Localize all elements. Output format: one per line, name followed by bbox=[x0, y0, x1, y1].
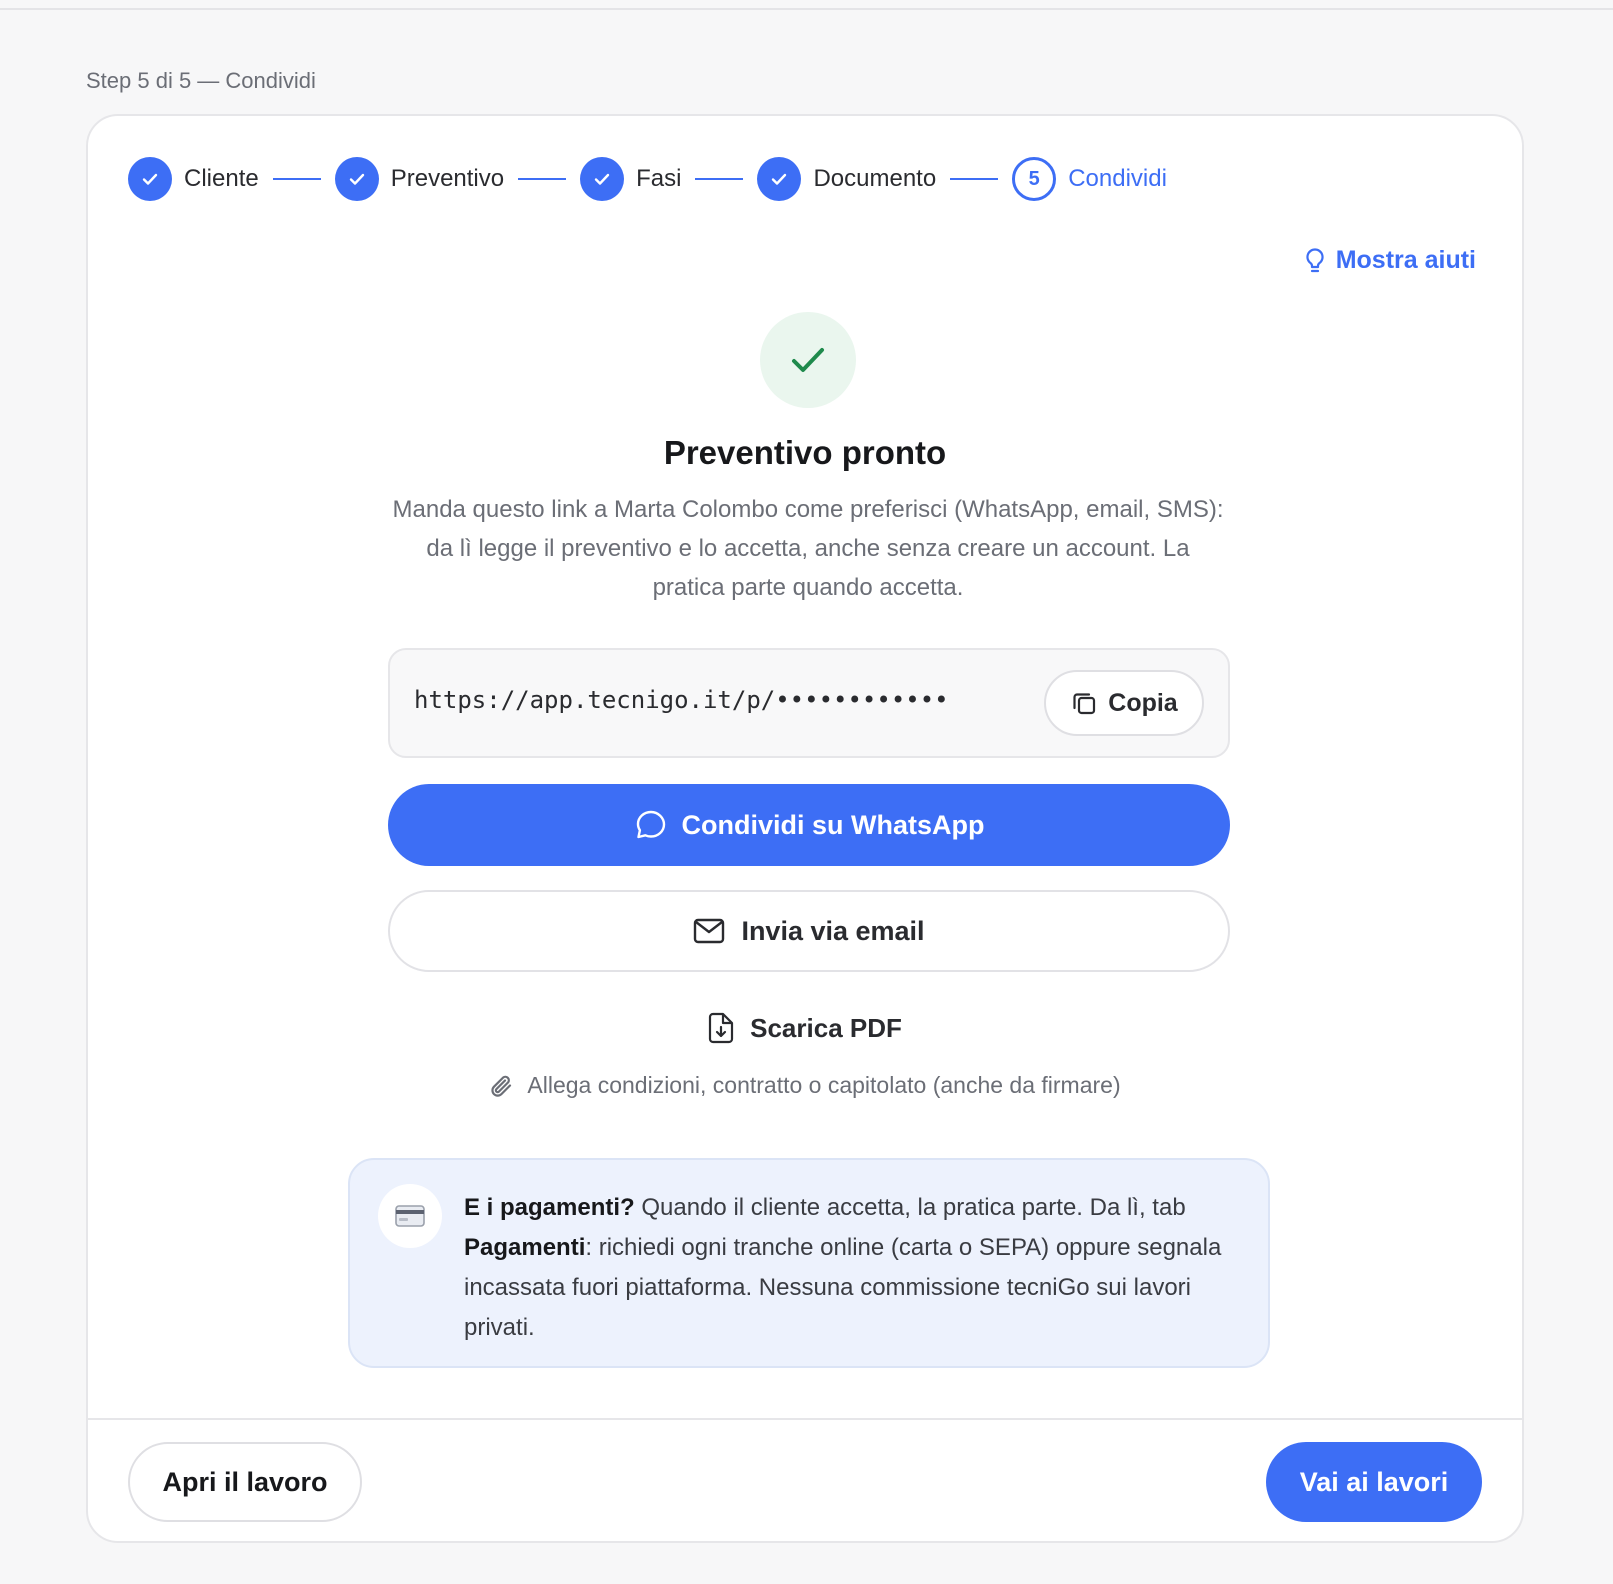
copy-label: Copia bbox=[1108, 688, 1178, 717]
step-label: Condividi bbox=[1068, 165, 1167, 192]
share-whatsapp-label: Condividi su WhatsApp bbox=[681, 809, 985, 840]
file-download-icon bbox=[709, 1012, 734, 1044]
step-check-icon bbox=[128, 157, 172, 201]
show-help-label: Mostra aiuti bbox=[1335, 246, 1476, 274]
payments-info-box: E i pagamenti? Quando il cliente accetta… bbox=[348, 1158, 1270, 1368]
payments-info-text: E i pagamenti? Quando il cliente accetta… bbox=[464, 1188, 1234, 1348]
step-number: 5 bbox=[1012, 157, 1057, 201]
payments-tab-name: Pagamenti bbox=[464, 1234, 586, 1261]
copy-link-button[interactable]: Copia bbox=[1044, 670, 1204, 736]
send-email-label: Invia via email bbox=[741, 915, 925, 946]
attach-documents-link[interactable]: Allega condizioni, contratto o capitolat… bbox=[88, 1072, 1522, 1099]
success-description: Manda questo link a Marta Colombo come p… bbox=[392, 496, 1224, 601]
step-label: Documento bbox=[813, 165, 937, 192]
share-whatsapp-button[interactable]: Condividi su WhatsApp bbox=[388, 784, 1230, 866]
chat-bubble-icon bbox=[636, 810, 665, 839]
step-check-icon bbox=[757, 157, 802, 201]
step-connector bbox=[272, 178, 321, 180]
payments-text-1: Quando il cliente accetta, la pratica pa… bbox=[634, 1194, 1186, 1221]
footer-divider bbox=[88, 1418, 1522, 1420]
step-connector bbox=[695, 178, 744, 180]
go-to-jobs-button[interactable]: Vai ai lavori bbox=[1266, 1442, 1482, 1522]
step-connector bbox=[950, 178, 999, 180]
wizard-card: Cliente Preventivo Fasi Documento 5 Cond… bbox=[86, 114, 1524, 1543]
stepper: Cliente Preventivo Fasi Documento 5 Cond… bbox=[128, 156, 1167, 202]
payments-heading: E i pagamenti? bbox=[464, 1194, 635, 1221]
paperclip-icon bbox=[491, 1075, 512, 1097]
success-title: Preventivo pronto bbox=[663, 434, 947, 471]
share-link-url[interactable]: https://app.tecnigo.it/p/•••••••••••• bbox=[414, 686, 949, 714]
step-check-icon bbox=[580, 157, 625, 201]
step-label: Cliente bbox=[184, 165, 259, 192]
step-cliente[interactable]: Cliente bbox=[128, 157, 259, 201]
lightbulb-icon bbox=[1306, 247, 1324, 272]
send-email-button[interactable]: Invia via email bbox=[388, 890, 1230, 972]
top-divider bbox=[0, 8, 1613, 10]
check-icon bbox=[760, 312, 856, 408]
step-label: Fasi bbox=[636, 165, 682, 192]
step-condividi: 5 Condividi bbox=[1012, 157, 1167, 201]
share-link-box: https://app.tecnigo.it/p/•••••••••••• Co… bbox=[388, 648, 1230, 758]
step-connector bbox=[518, 178, 567, 180]
step-preventivo[interactable]: Preventivo bbox=[334, 157, 505, 201]
copy-icon bbox=[1073, 693, 1096, 715]
open-job-button[interactable]: Apri il lavoro bbox=[128, 1442, 362, 1522]
step-label: Preventivo bbox=[390, 165, 505, 192]
download-pdf-label: Scarica PDF bbox=[750, 1012, 902, 1043]
step-fasi[interactable]: Fasi bbox=[580, 157, 681, 201]
step-check-icon bbox=[334, 157, 379, 201]
show-help-link[interactable]: Mostra aiuti bbox=[1304, 246, 1476, 275]
download-pdf-link[interactable]: Scarica PDF bbox=[88, 1012, 1522, 1044]
mail-icon bbox=[694, 918, 725, 944]
step-caption: Step 5 di 5 — Condividi bbox=[86, 68, 316, 93]
attach-documents-label: Allega condizioni, contratto o capitolat… bbox=[527, 1072, 1121, 1098]
credit-card-icon bbox=[378, 1184, 442, 1248]
step-documento[interactable]: Documento bbox=[757, 157, 936, 201]
